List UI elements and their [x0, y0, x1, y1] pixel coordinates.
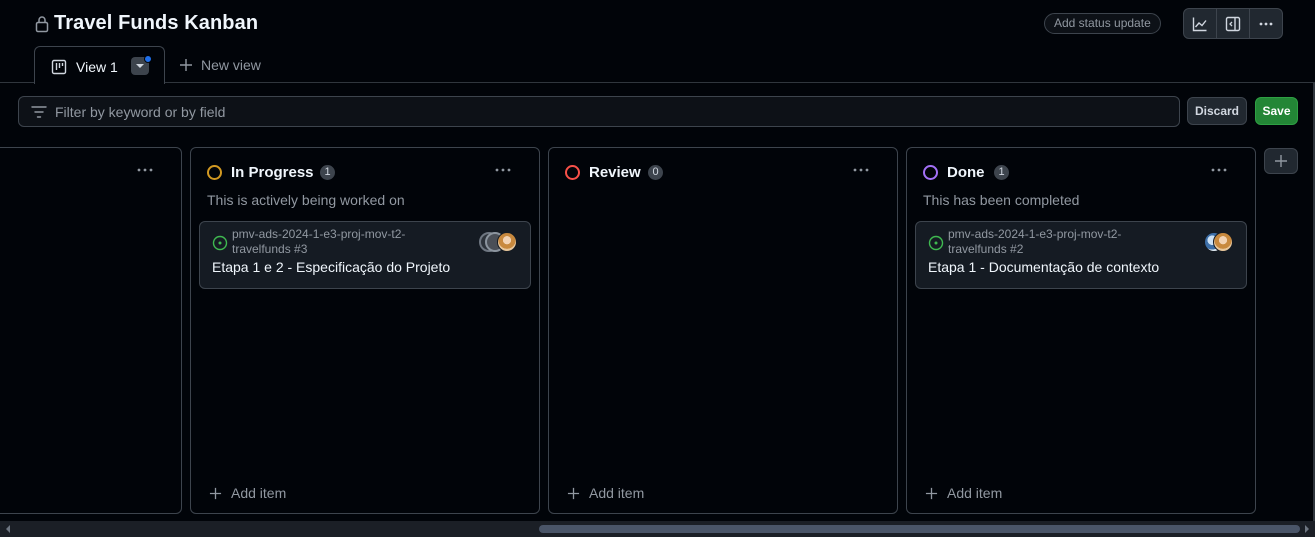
- kebab-icon: [1211, 168, 1227, 172]
- column-title: Done: [947, 164, 985, 181]
- column-description: This has been completed: [923, 192, 1080, 208]
- board-icon: [51, 59, 67, 75]
- status-circle-icon: [923, 165, 938, 180]
- scrollbar-thumb[interactable]: [539, 525, 1300, 533]
- lock-icon: [35, 16, 49, 33]
- new-view-label: New view: [201, 57, 261, 73]
- insights-icon: [1192, 17, 1207, 31]
- filter-placeholder: Filter by keyword or by field: [55, 104, 226, 120]
- discard-button[interactable]: Discard: [1187, 97, 1247, 125]
- column-review: Review 0 Add item: [548, 147, 898, 514]
- column-description: This is actively being worked on: [207, 192, 405, 208]
- issue-card[interactable]: pmv-ads-2024-1-e3-proj-mov-t2- travelfun…: [199, 221, 531, 289]
- kebab-icon: [1259, 22, 1273, 25]
- issue-open-icon: [212, 235, 228, 251]
- avatar[interactable]: [497, 232, 517, 252]
- side-panel-icon: [1225, 16, 1241, 31]
- add-item-button[interactable]: Add item: [925, 485, 1002, 501]
- kebab-icon: [137, 168, 153, 172]
- column-in-progress: In Progress 1 This is actively being wor…: [190, 147, 540, 514]
- header-actions: [1183, 8, 1283, 39]
- plus-icon: [209, 487, 222, 499]
- save-button[interactable]: Save: [1255, 97, 1298, 125]
- card-title[interactable]: Etapa 1 - Documentação de contexto: [928, 259, 1159, 275]
- issue-card[interactable]: pmv-ads-2024-1-e3-proj-mov-t2- travelfun…: [915, 221, 1247, 289]
- issue-open-icon: [928, 235, 944, 251]
- card-repository[interactable]: pmv-ads-2024-1-e3-proj-mov-t2- travelfun…: [948, 227, 1168, 257]
- plus-icon: [1275, 155, 1287, 167]
- tab-label: View 1: [76, 59, 118, 75]
- scroll-left-icon[interactable]: [4, 525, 12, 533]
- chevron-down-icon: [136, 64, 144, 68]
- status-circle-icon: [565, 165, 580, 180]
- kebab-icon: [853, 168, 869, 172]
- add-column-button[interactable]: [1264, 148, 1298, 174]
- page-title: Travel Funds Kanban: [54, 12, 259, 34]
- column-menu-button[interactable]: [134, 161, 156, 179]
- scroll-right-icon[interactable]: [1303, 525, 1311, 533]
- more-options-button[interactable]: [1250, 9, 1282, 38]
- plus-icon: [180, 59, 192, 71]
- kebab-icon: [495, 168, 511, 172]
- column-title: In Progress: [231, 164, 314, 181]
- side-panel-button[interactable]: [1217, 9, 1250, 38]
- project-header: Travel Funds Kanban Add status update Vi…: [0, 0, 1315, 84]
- unsaved-changes-dot: [144, 55, 152, 63]
- add-item-button[interactable]: Add item: [209, 485, 286, 501]
- plus-icon: [567, 487, 580, 499]
- column-title: Review: [589, 164, 641, 181]
- new-view-button[interactable]: New view: [179, 57, 261, 73]
- column-menu-button[interactable]: [850, 161, 872, 179]
- add-status-update-button[interactable]: Add status update: [1044, 13, 1161, 34]
- column-menu-button[interactable]: [492, 161, 514, 179]
- avatar[interactable]: [1213, 232, 1233, 252]
- column-count: 1: [994, 165, 1009, 180]
- add-item-button[interactable]: Add item: [567, 485, 644, 501]
- column-menu-button[interactable]: [1208, 161, 1230, 179]
- tab-view-1[interactable]: View 1: [34, 46, 165, 84]
- card-repository[interactable]: pmv-ads-2024-1-e3-proj-mov-t2- travelfun…: [232, 227, 452, 257]
- filter-icon: [31, 106, 47, 118]
- filter-input[interactable]: Filter by keyword or by field: [18, 96, 1180, 127]
- insights-button[interactable]: [1184, 9, 1217, 38]
- card-title[interactable]: Etapa 1 e 2 - Especificação do Projeto: [212, 259, 450, 275]
- plus-icon: [925, 487, 938, 499]
- horizontal-scrollbar[interactable]: [0, 521, 1315, 537]
- status-circle-icon: [207, 165, 222, 180]
- column-done: Done 1 This has been completed pmv-ads-2…: [906, 147, 1256, 514]
- column-hidden: [0, 147, 182, 514]
- column-count: 0: [648, 165, 663, 180]
- column-count: 1: [320, 165, 335, 180]
